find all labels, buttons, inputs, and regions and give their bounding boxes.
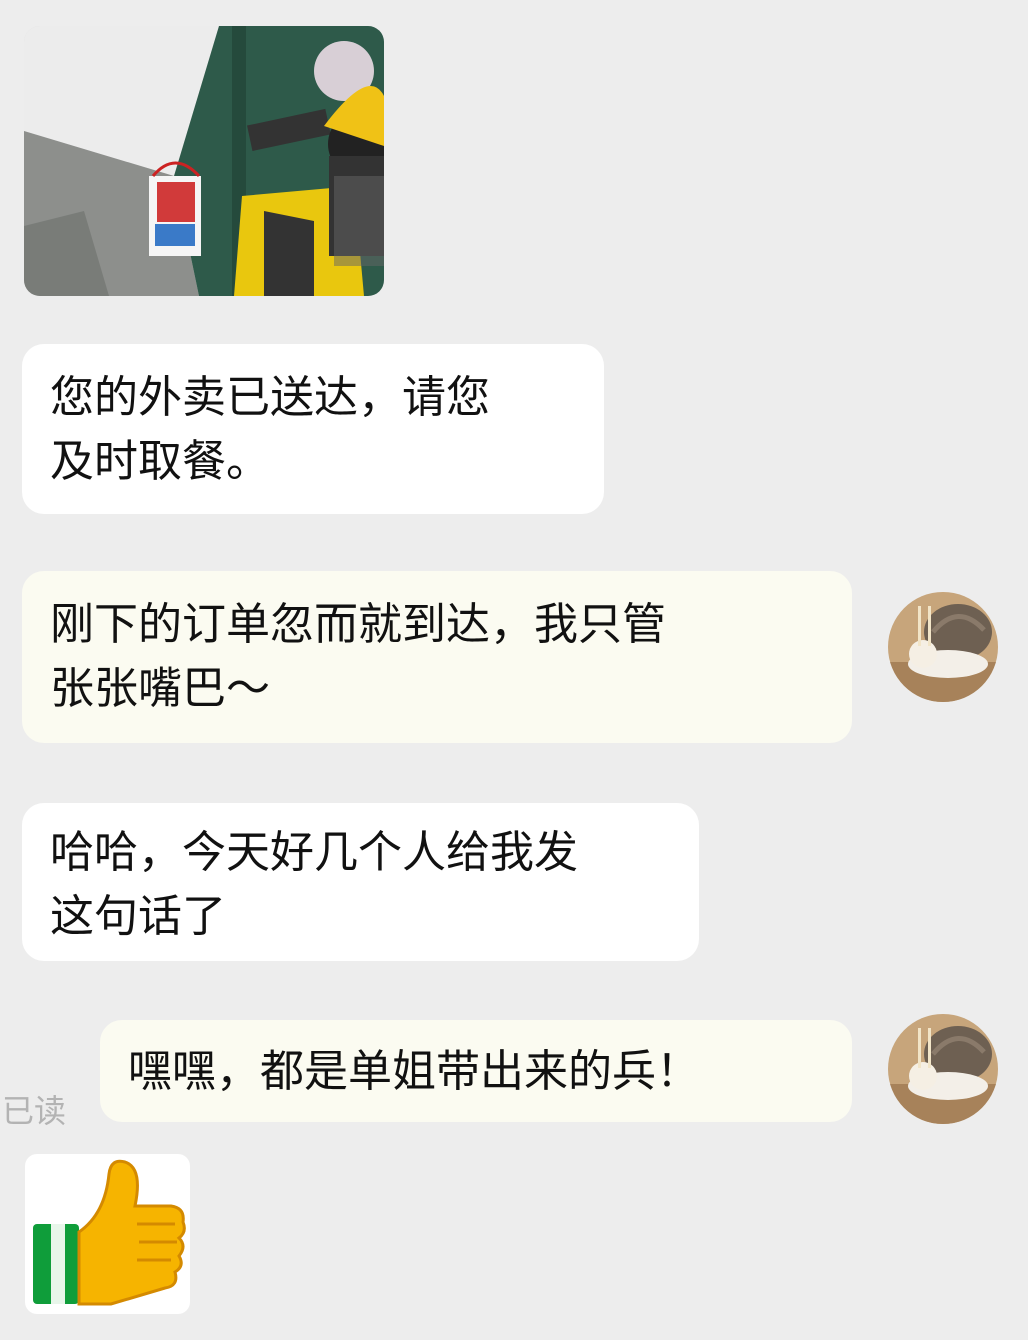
message-bubble[interactable]: 刚下的订单忽而就到达，我只管 张张嘴巴～ — [22, 571, 852, 743]
avatar[interactable] — [888, 592, 998, 702]
read-status: 已读 — [2, 1092, 67, 1130]
message-bubble[interactable]: 嘿嘿，都是单姐带出来的兵！ — [100, 1020, 852, 1122]
message-bubble[interactable]: 您的外卖已送达，请您 及时取餐。 — [22, 344, 604, 514]
cat-snail-avatar-icon — [888, 592, 998, 702]
sticker-message[interactable] — [25, 1154, 190, 1314]
message-bubble[interactable]: 哈哈，今天好几个人给我发 这句话了 — [22, 803, 699, 961]
delivery-photo-message[interactable] — [24, 26, 384, 296]
cat-snail-avatar-icon — [888, 1014, 998, 1124]
delivery-photo — [24, 26, 384, 296]
thumbs-up-icon — [33, 1159, 186, 1306]
avatar[interactable] — [888, 1014, 998, 1124]
